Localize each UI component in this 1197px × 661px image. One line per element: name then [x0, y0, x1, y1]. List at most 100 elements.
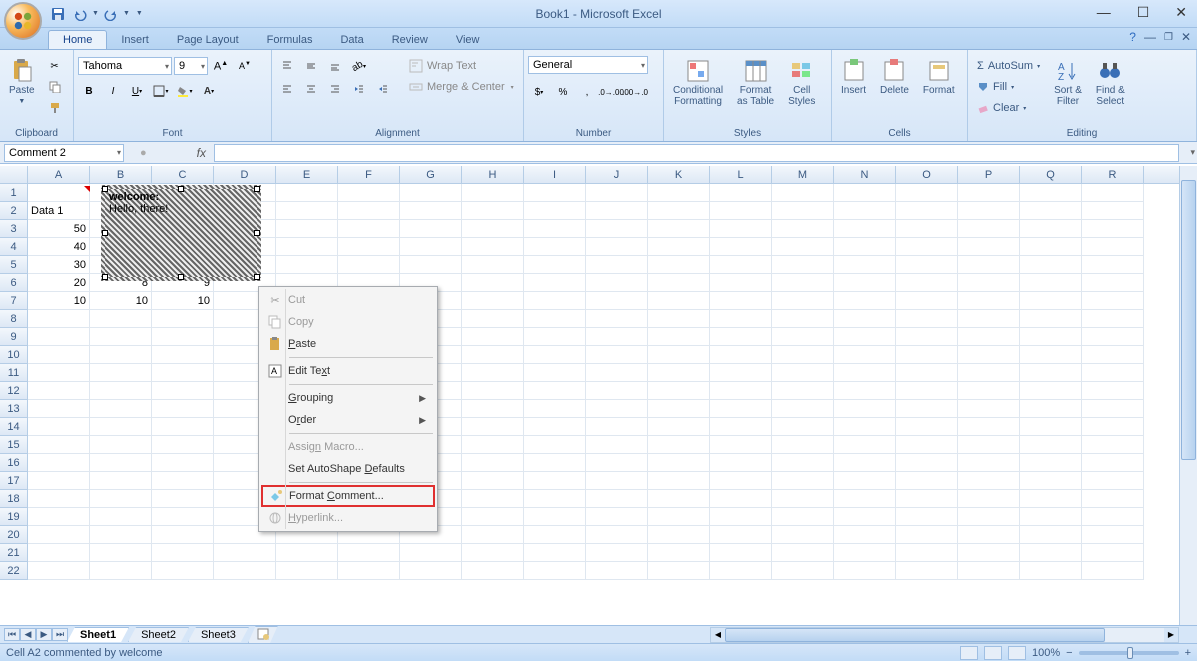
- cell[interactable]: [90, 562, 152, 580]
- cell[interactable]: [958, 436, 1020, 454]
- cell[interactable]: [834, 328, 896, 346]
- cell[interactable]: [834, 526, 896, 544]
- cell[interactable]: [648, 418, 710, 436]
- cell[interactable]: [90, 400, 152, 418]
- cell[interactable]: [648, 274, 710, 292]
- cell[interactable]: [1020, 526, 1082, 544]
- ctx-grouping[interactable]: Grouping▶: [261, 387, 435, 409]
- cell[interactable]: [834, 274, 896, 292]
- minimize-button[interactable]: —: [1091, 2, 1117, 23]
- cell[interactable]: [710, 526, 772, 544]
- cell[interactable]: [958, 400, 1020, 418]
- cell[interactable]: [1082, 256, 1144, 274]
- minimize-ribbon-icon[interactable]: —: [1144, 30, 1156, 44]
- cell[interactable]: [772, 202, 834, 220]
- ctx-format-comment[interactable]: Format Comment...: [261, 485, 435, 507]
- scroll-left-icon[interactable]: ◀: [711, 628, 725, 642]
- cell[interactable]: [834, 472, 896, 490]
- cell[interactable]: [462, 436, 524, 454]
- scroll-thumb[interactable]: [1181, 180, 1196, 460]
- cell[interactable]: [524, 544, 586, 562]
- cell[interactable]: [1082, 472, 1144, 490]
- cell[interactable]: [648, 562, 710, 580]
- font-name-combo[interactable]: Tahoma: [78, 57, 172, 75]
- cell[interactable]: [152, 472, 214, 490]
- cell[interactable]: [1082, 562, 1144, 580]
- cell[interactable]: [152, 436, 214, 454]
- cell[interactable]: [90, 310, 152, 328]
- cell[interactable]: [648, 328, 710, 346]
- cell[interactable]: [90, 346, 152, 364]
- cell[interactable]: [28, 472, 90, 490]
- cell[interactable]: [400, 184, 462, 202]
- cell[interactable]: [958, 526, 1020, 544]
- tab-page-layout[interactable]: Page Layout: [163, 31, 253, 49]
- cell[interactable]: [586, 526, 648, 544]
- cell[interactable]: [28, 418, 90, 436]
- find-select-button[interactable]: Find & Select: [1091, 56, 1130, 110]
- cell[interactable]: [896, 256, 958, 274]
- cell[interactable]: [338, 184, 400, 202]
- cell[interactable]: [958, 508, 1020, 526]
- cell[interactable]: [958, 382, 1020, 400]
- grow-font-button[interactable]: A▲: [210, 56, 232, 76]
- cell[interactable]: [834, 436, 896, 454]
- cell[interactable]: [586, 382, 648, 400]
- cell[interactable]: [28, 310, 90, 328]
- cell[interactable]: [1082, 400, 1144, 418]
- cell[interactable]: [462, 256, 524, 274]
- cell[interactable]: [400, 220, 462, 238]
- cell[interactable]: [834, 454, 896, 472]
- ctx-edit-text[interactable]: AEdit Text: [261, 360, 435, 382]
- cell[interactable]: [524, 526, 586, 544]
- cell[interactable]: [1020, 274, 1082, 292]
- cell[interactable]: [90, 382, 152, 400]
- cell[interactable]: [710, 220, 772, 238]
- cell[interactable]: [958, 544, 1020, 562]
- undo-dropdown-icon[interactable]: ▼: [92, 10, 99, 17]
- cell[interactable]: [834, 382, 896, 400]
- border-button[interactable]: ▾: [150, 81, 172, 101]
- cell[interactable]: [152, 454, 214, 472]
- cell[interactable]: [896, 382, 958, 400]
- cell[interactable]: [958, 472, 1020, 490]
- ctx-hyperlink[interactable]: Hyperlink...: [261, 507, 435, 529]
- cell[interactable]: [28, 454, 90, 472]
- cell[interactable]: [462, 544, 524, 562]
- cell[interactable]: [958, 418, 1020, 436]
- cell[interactable]: [90, 508, 152, 526]
- cell[interactable]: [834, 292, 896, 310]
- cell[interactable]: [586, 490, 648, 508]
- delete-cells-button[interactable]: Delete: [875, 56, 914, 99]
- cell[interactable]: [152, 310, 214, 328]
- sheet-tab-1[interactable]: Sheet1: [67, 627, 129, 642]
- cell[interactable]: [28, 544, 90, 562]
- cell[interactable]: [896, 220, 958, 238]
- cell[interactable]: [896, 238, 958, 256]
- cell[interactable]: [338, 562, 400, 580]
- cell[interactable]: [400, 256, 462, 274]
- cell[interactable]: [1082, 364, 1144, 382]
- vertical-scrollbar[interactable]: [1179, 166, 1197, 625]
- cell[interactable]: [1020, 544, 1082, 562]
- cell[interactable]: [896, 436, 958, 454]
- cell[interactable]: [462, 310, 524, 328]
- cell[interactable]: 10: [28, 292, 90, 310]
- cell[interactable]: [524, 274, 586, 292]
- row-header[interactable]: 4: [0, 238, 28, 256]
- cell[interactable]: [276, 256, 338, 274]
- sheet-tab-3[interactable]: Sheet3: [188, 627, 249, 642]
- cell[interactable]: [648, 400, 710, 418]
- row-header[interactable]: 8: [0, 310, 28, 328]
- cell[interactable]: [524, 490, 586, 508]
- cell[interactable]: [958, 562, 1020, 580]
- cell[interactable]: [834, 508, 896, 526]
- cell[interactable]: [648, 544, 710, 562]
- cell[interactable]: [834, 202, 896, 220]
- currency-button[interactable]: $▾: [528, 82, 550, 102]
- wrap-text-button[interactable]: Wrap Text: [404, 56, 519, 76]
- maximize-button[interactable]: ☐: [1131, 2, 1156, 23]
- row-header[interactable]: 13: [0, 400, 28, 418]
- cell[interactable]: [586, 220, 648, 238]
- scroll-right-icon[interactable]: ▶: [1164, 628, 1178, 642]
